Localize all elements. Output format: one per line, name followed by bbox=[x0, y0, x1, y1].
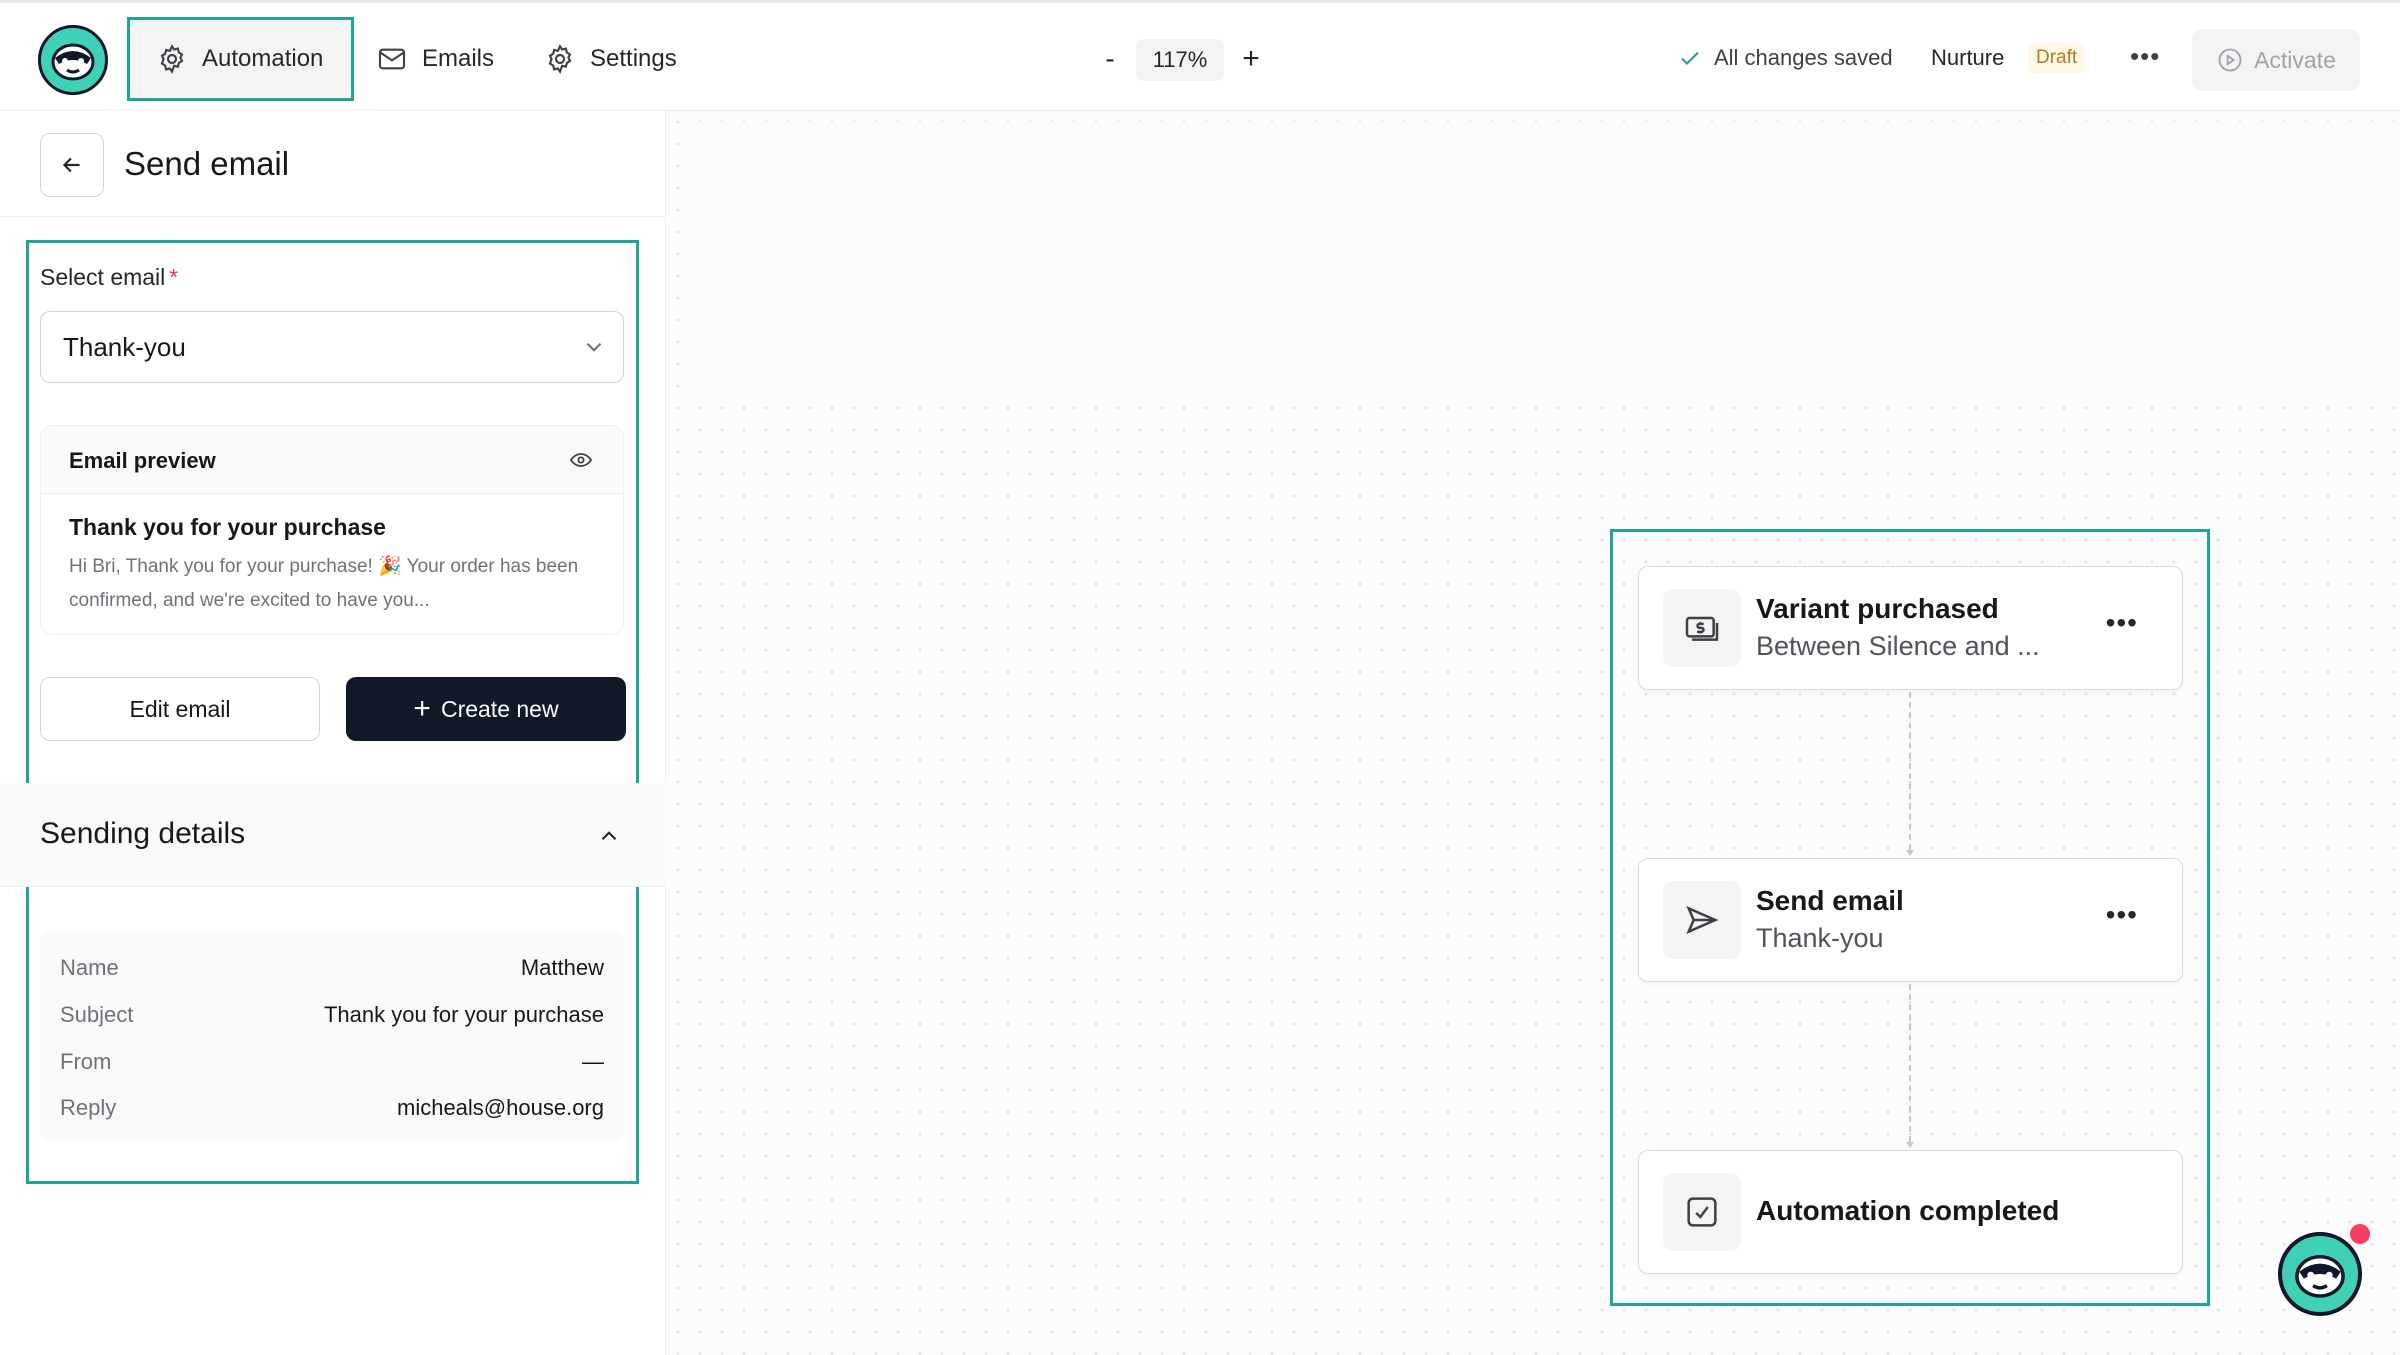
node-title: Send email bbox=[1756, 885, 1904, 916]
send-icon bbox=[1686, 905, 1719, 935]
node-title: Automation completed bbox=[1756, 1195, 2060, 1226]
detail-key: Subject bbox=[60, 1002, 134, 1027]
flow-node-completed[interactable]: Automation completed bbox=[1638, 1150, 2183, 1274]
arrow-down-icon bbox=[1906, 1142, 1914, 1148]
nav-automation-label: Automation bbox=[202, 45, 324, 72]
nav-emails-label: Emails bbox=[422, 45, 495, 72]
sending-details-heading: Sending details bbox=[40, 817, 246, 850]
sending-details-header[interactable]: Sending details bbox=[0, 783, 666, 887]
flow-connector bbox=[1909, 984, 1911, 1142]
status-badge: Draft bbox=[2028, 43, 2086, 73]
detail-key: Reply bbox=[60, 1095, 117, 1120]
sloth-logo-icon bbox=[2295, 1254, 2345, 1298]
detail-value: Matthew bbox=[520, 955, 604, 980]
node-subtitle: Between Silence and ... bbox=[1756, 631, 2040, 661]
flow-node-trigger[interactable]: Variant purchased Between Silence and ..… bbox=[1638, 566, 2183, 690]
detail-value: micheals@house.org bbox=[397, 1095, 604, 1120]
detail-key: Name bbox=[60, 955, 119, 980]
detail-row-reply: Reply micheals@house.org bbox=[60, 1095, 604, 1129]
zoom-out-button[interactable]: - bbox=[1095, 41, 1125, 77]
more-options-button[interactable]: ••• bbox=[2130, 41, 2160, 72]
zoom-in-button[interactable]: + bbox=[1236, 41, 1266, 77]
flow-node-send-email[interactable]: Send email Thank-you ••• bbox=[1638, 858, 2183, 982]
canvas-blank-area bbox=[686, 122, 2400, 406]
node-icon-box bbox=[1663, 1173, 1741, 1251]
email-preview-body: Hi Bri, Thank you for your purchase! 🎉 Y… bbox=[69, 556, 579, 611]
panel-title: Send email bbox=[124, 145, 290, 182]
node-menu-button[interactable]: ••• bbox=[2106, 899, 2138, 931]
email-preview-header: Email preview bbox=[41, 426, 623, 494]
money-icon bbox=[1685, 616, 1719, 641]
node-title: Variant purchased bbox=[1756, 593, 1999, 624]
detail-value: Thank you for your purchase bbox=[323, 1002, 604, 1027]
plus-icon: + bbox=[413, 692, 431, 725]
nav-settings[interactable]: Settings bbox=[518, 17, 703, 101]
select-email-label: Select email * bbox=[40, 264, 178, 291]
brand-logo[interactable] bbox=[38, 25, 108, 95]
chevron-up-icon[interactable] bbox=[596, 823, 622, 849]
panel-header: Send email bbox=[0, 111, 666, 217]
detail-row-from: From — bbox=[60, 1049, 604, 1083]
node-icon-box bbox=[1663, 881, 1741, 959]
save-status-text: All changes saved bbox=[1714, 45, 1893, 70]
back-button[interactable] bbox=[40, 133, 104, 197]
node-subtitle: Thank-you bbox=[1756, 923, 1884, 953]
flow-name[interactable]: Nurture bbox=[1931, 45, 2004, 71]
flow-connector bbox=[1909, 692, 1911, 850]
nav-emails[interactable]: Emails bbox=[350, 17, 520, 101]
node-menu-button[interactable]: ••• bbox=[2106, 607, 2138, 639]
detail-row-name: Name Matthew bbox=[60, 955, 604, 989]
email-select-value: Thank-you bbox=[63, 331, 186, 362]
nav-settings-label: Settings bbox=[590, 45, 677, 72]
email-select[interactable]: Thank-you bbox=[40, 311, 624, 383]
gear-icon bbox=[548, 44, 572, 75]
check-icon bbox=[1681, 51, 1699, 66]
save-status: All changes saved bbox=[1678, 45, 1893, 71]
edit-email-button[interactable]: Edit email bbox=[40, 677, 320, 741]
detail-key: From bbox=[60, 1049, 112, 1074]
activate-label: Activate bbox=[2254, 46, 2336, 73]
send-email-panel: Send email Select email * Thank-you Email… bbox=[0, 111, 666, 1355]
activate-button[interactable]: Activate bbox=[2192, 29, 2360, 91]
sending-details-list: Name Matthew Subject Thank you for your … bbox=[40, 931, 624, 1141]
email-preview-heading: Email preview bbox=[69, 448, 216, 473]
mail-icon bbox=[378, 48, 406, 70]
detail-row-subject: Subject Thank you for your purchase bbox=[60, 1002, 604, 1036]
required-mark: * bbox=[169, 264, 179, 290]
select-email-label-text: Select email bbox=[40, 264, 166, 290]
checkbox-icon bbox=[1687, 1197, 1717, 1227]
email-preview-subject: Thank you for your purchase bbox=[69, 514, 386, 540]
sloth-logo-icon bbox=[51, 43, 95, 81]
node-icon-box bbox=[1663, 589, 1741, 667]
detail-value: — bbox=[582, 1049, 604, 1074]
chat-assistant-button[interactable] bbox=[2278, 1232, 2362, 1316]
nav-automation[interactable]: Automation bbox=[127, 17, 354, 101]
notification-badge bbox=[2350, 1224, 2370, 1244]
create-new-button[interactable]: + Create new bbox=[346, 677, 626, 741]
chevron-down-icon bbox=[586, 342, 602, 352]
zoom-level[interactable]: 117% bbox=[1136, 39, 1224, 81]
arrow-down-icon bbox=[1906, 850, 1914, 856]
top-bar: Automation Emails Settings - 117% + All … bbox=[0, 0, 2400, 111]
eye-icon[interactable] bbox=[569, 448, 593, 472]
email-preview-card: Email preview Thank you for your purchas… bbox=[40, 425, 624, 635]
arrow-left-icon bbox=[62, 157, 80, 173]
create-new-label: Create new bbox=[440, 695, 559, 722]
gear-icon bbox=[160, 44, 184, 75]
play-circle-icon bbox=[2218, 48, 2242, 72]
